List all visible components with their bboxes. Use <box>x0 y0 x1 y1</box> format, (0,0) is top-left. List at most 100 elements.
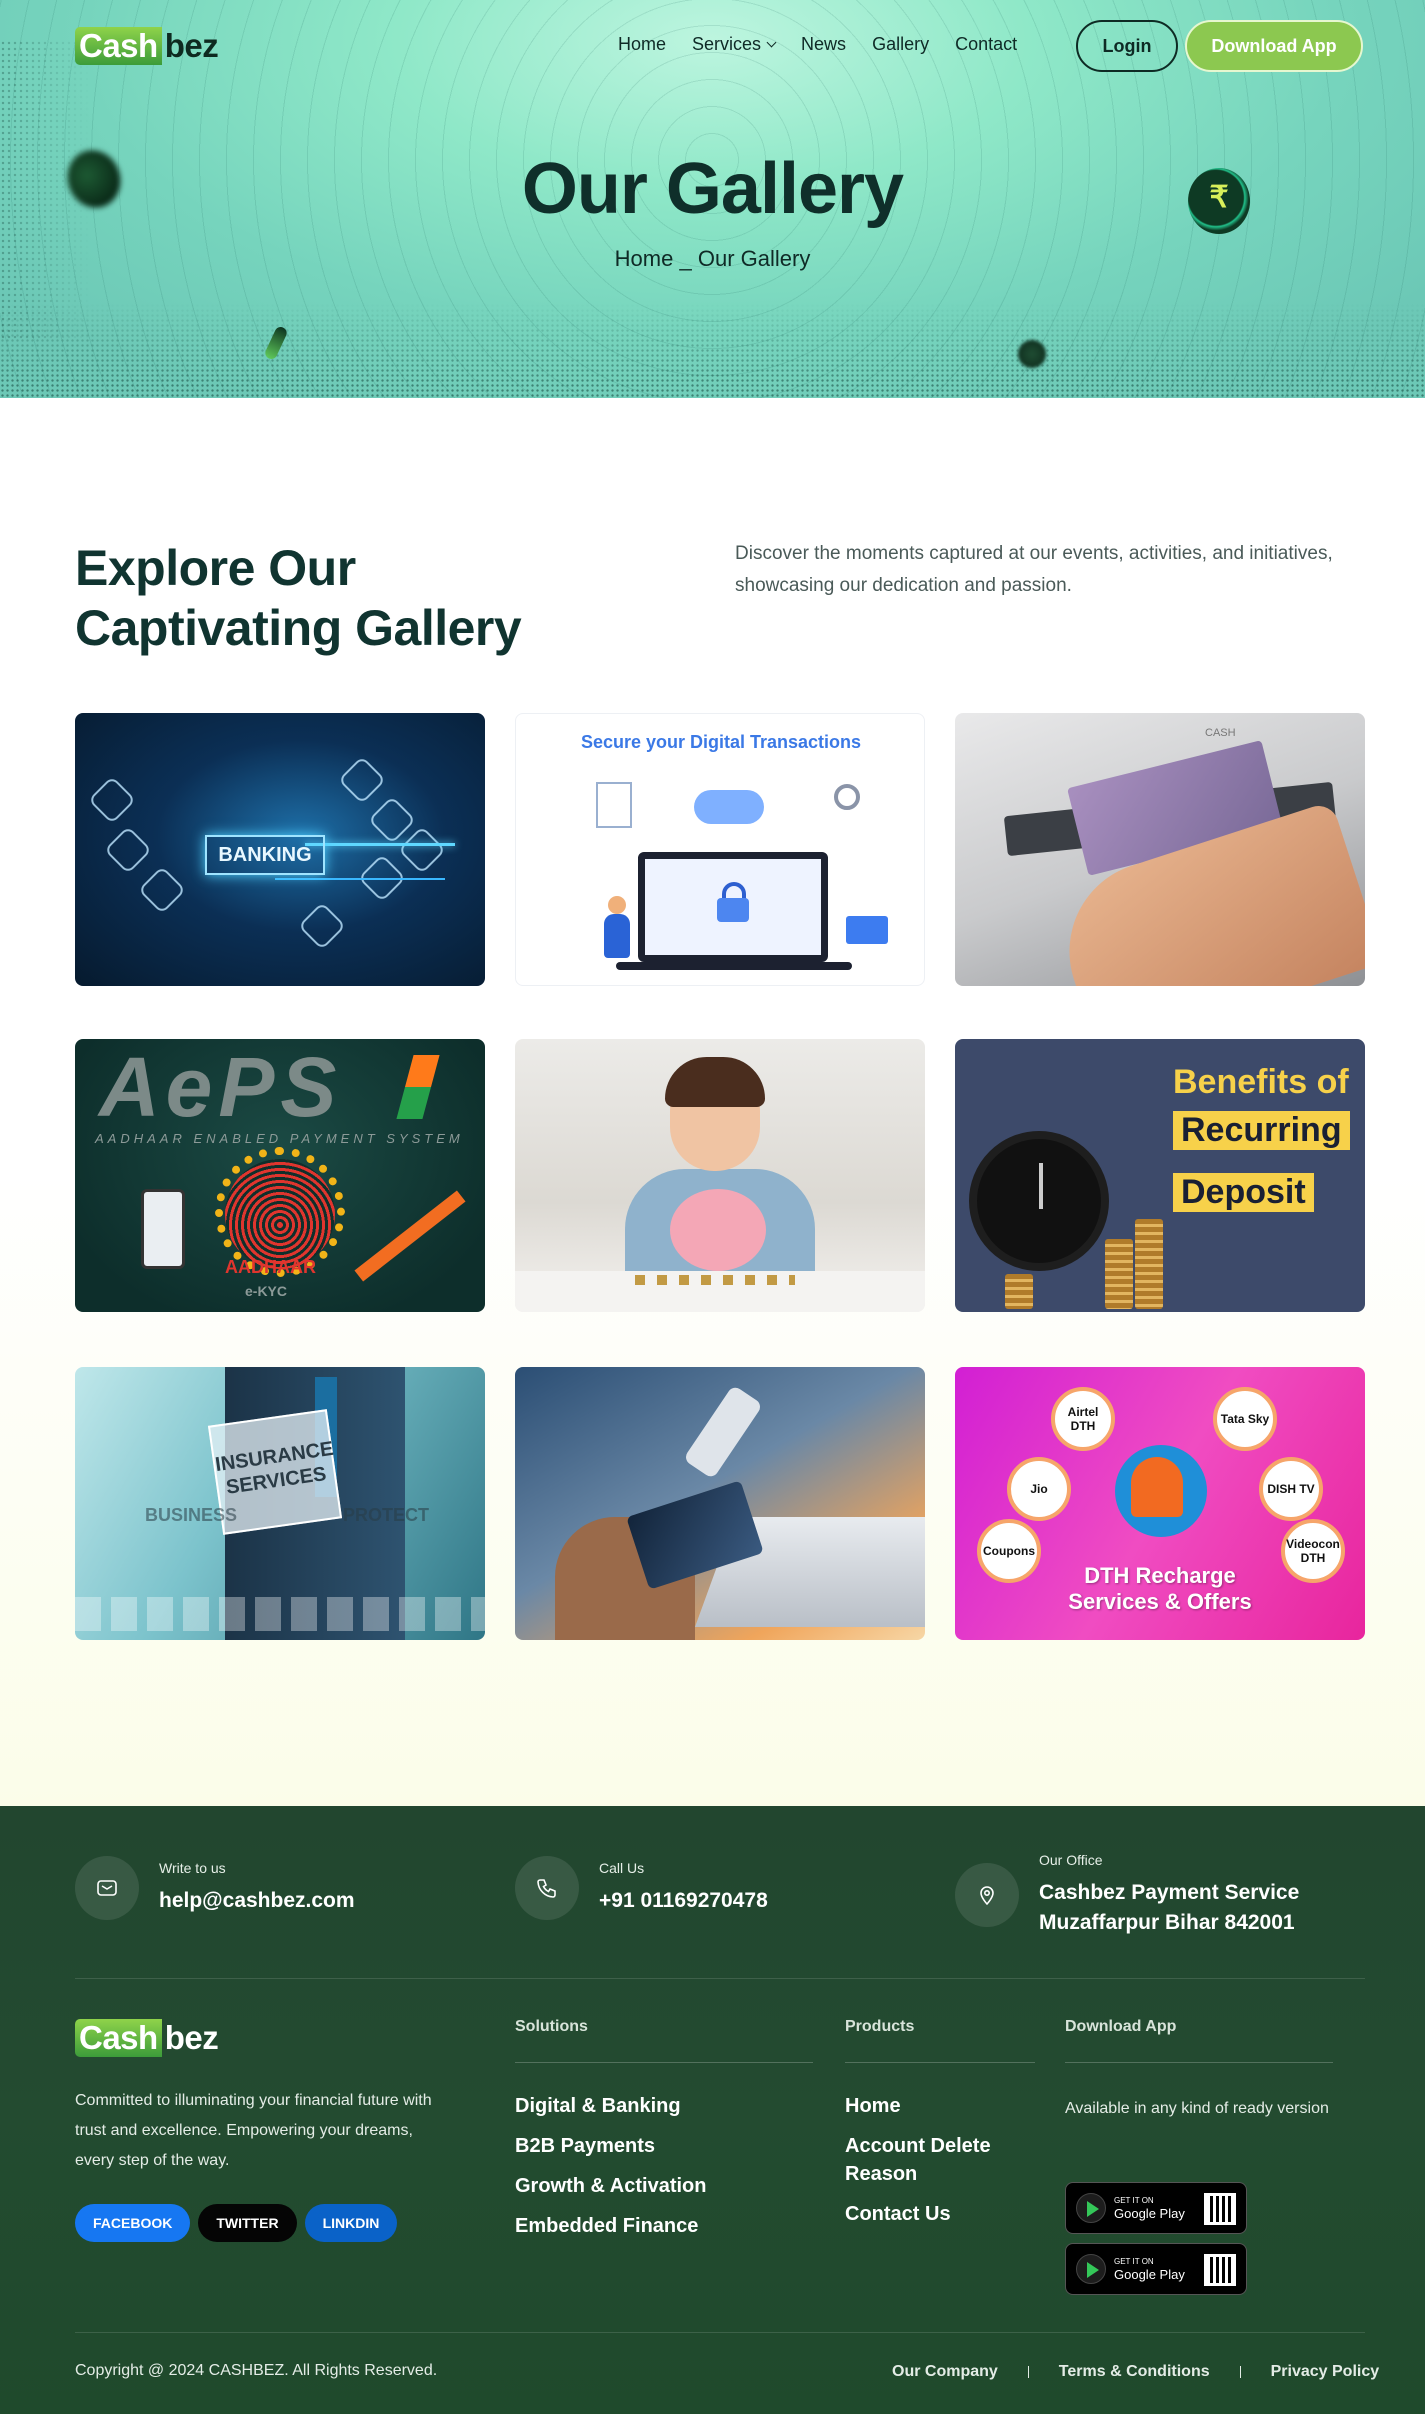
logo[interactable]: Cash bez <box>75 26 219 66</box>
link-home[interactable]: Home <box>845 2092 1025 2120</box>
gallery-image-banking[interactable]: BANKING <box>75 713 485 986</box>
link-terms[interactable]: Terms & Conditions <box>1059 2363 1210 2381</box>
gallery-image-child-piggy-bank[interactable] <box>515 1039 925 1312</box>
child-hair <box>665 1057 765 1107</box>
gallery-section: Explore Our Captivating Gallery Discover… <box>0 398 1425 1806</box>
laptop-base <box>616 962 852 970</box>
email-label: Write to us <box>159 1860 226 1876</box>
email-link[interactable]: help@cashbez.com <box>159 1886 355 1916</box>
products-divider <box>845 2062 1035 2063</box>
contact-phone: Call Us +91 01169270478 <box>515 1856 768 1920</box>
bubble-airtel: Airtel DTH <box>1051 1387 1115 1451</box>
chevron-down-icon <box>766 37 777 48</box>
gallery-image-insurance[interactable]: INSURANCE SERVICES BUSINESS PROTECT <box>75 1367 485 1640</box>
piggy-bank-icon <box>137 865 187 915</box>
breadcrumb-current: Our Gallery <box>697 246 811 271</box>
link-contact-us[interactable]: Contact Us <box>845 2200 1025 2228</box>
bubble-jio: Jio <box>1007 1457 1071 1521</box>
gallery-description: Discover the moments captured at our eve… <box>735 543 1333 596</box>
page-title: Our Gallery <box>521 149 904 229</box>
office-line1: Cashbez Payment Service <box>1039 1881 1300 1904</box>
gallery-image-recurring-deposit[interactable]: Benefits of Recurring Deposit <box>955 1039 1365 1312</box>
phone-label: Call Us <box>599 1860 645 1876</box>
user-icon <box>103 825 153 875</box>
link-growth-activation[interactable]: Growth & Activation <box>515 2172 706 2200</box>
rd-title-line2: Recurring <box>1173 1111 1350 1150</box>
glow-line <box>305 843 455 846</box>
nav-home[interactable]: Home <box>618 34 666 55</box>
breadcrumb: Home _ Our Gallery <box>0 246 1425 272</box>
gallery-image-dth-recharge[interactable]: Airtel DTH Tata Sky Jio DISH TV Coupons … <box>955 1367 1365 1640</box>
facebook-button[interactable]: FACEBOOK <box>75 2204 191 2242</box>
products-heading: Products <box>845 2018 915 2035</box>
linkedin-button[interactable]: LINKDIN <box>304 2204 398 2242</box>
nav-links: Home Services News Gallery Contact <box>618 34 1043 55</box>
nav-news[interactable]: News <box>801 34 846 55</box>
contact-office-text: Our Office Cashbez Payment Service Muzaf… <box>1039 1852 1299 1938</box>
gallery-image-secure-transactions[interactable]: Secure your Digital Transactions <box>515 713 925 986</box>
google-play-button-2[interactable]: GET IT ON Google Play <box>1065 2243 1247 2295</box>
link-digital-banking[interactable]: Digital & Banking <box>515 2092 706 2120</box>
nav-contact[interactable]: Contact <box>955 34 1017 55</box>
clock-icon <box>969 1131 1109 1271</box>
contact-office: Our Office Cashbez Payment Service Muzaf… <box>955 1852 1299 1938</box>
location-pin-icon <box>955 1863 1019 1927</box>
satellite-dish-icon <box>1115 1445 1207 1537</box>
bubble-tatasky: Tata Sky <box>1213 1387 1277 1451</box>
download-text: Available in any kind of ready version <box>1065 2100 1329 2117</box>
coin-decoration <box>1018 340 1046 368</box>
bubble-dishtv: DISH TV <box>1259 1457 1323 1521</box>
cloud-icon <box>87 775 137 825</box>
protect-tag: PROTECT <box>343 1505 430 1525</box>
dth-caption-line1: DTH Recharge <box>1084 1563 1236 1588</box>
link-embedded-finance[interactable]: Embedded Finance <box>515 2212 706 2240</box>
copyright: Copyright @ 2024 CASHBEZ. All Rights Res… <box>75 2362 438 2379</box>
qr-code-icon <box>1204 2193 1236 2225</box>
download-divider <box>1065 2062 1333 2063</box>
gallery-image-atm-cash[interactable]: CASH <box>955 713 1365 986</box>
logo-bez: bez <box>164 27 219 64</box>
footer-about: Committed to illuminating your financial… <box>75 2092 432 2169</box>
footer-logo[interactable]: Cash bez <box>75 2018 219 2058</box>
phone-link[interactable]: +91 01169270478 <box>599 1886 768 1916</box>
google-play-text: GET IT ON Google Play <box>1114 2196 1185 2221</box>
hero-banner: Cash bez Home Services News Gallery Cont… <box>0 0 1425 398</box>
phone-icon <box>397 825 447 875</box>
google-play-icon <box>1076 2254 1106 2284</box>
logo-cash: Cash <box>75 27 162 65</box>
location-icon <box>297 901 347 951</box>
separator <box>1027 2366 1029 2378</box>
link-account-delete-reason[interactable]: Account Delete Reason <box>845 2132 1025 2188</box>
gallery-image-online-payment[interactable] <box>515 1367 925 1640</box>
nav-services[interactable]: Services <box>692 34 777 55</box>
gallery-heading-line2: Captivating Gallery <box>75 600 522 656</box>
link-privacy[interactable]: Privacy Policy <box>1271 2363 1380 2381</box>
gplay-small: GET IT ON <box>1114 2195 1154 2205</box>
twitter-button[interactable]: TWITTER <box>198 2204 297 2242</box>
aadhaar-label: AADHAAR <box>225 1257 316 1277</box>
social-links: FACEBOOK TWITTER LINKDIN <box>75 2204 398 2242</box>
link-b2b-payments[interactable]: B2B Payments <box>515 2132 706 2160</box>
link-our-company[interactable]: Our Company <box>892 2363 998 2381</box>
growth-arrow-icon <box>354 1190 466 1282</box>
gplay-big: Google Play <box>1114 2205 1185 2221</box>
breadcrumb-home[interactable]: Home <box>615 246 674 271</box>
rd-title-line1: Benefits of <box>1173 1063 1349 1101</box>
login-button[interactable]: Login <box>1076 20 1178 72</box>
cloud-icon <box>694 790 764 824</box>
logo-cash: Cash <box>75 2019 162 2057</box>
gallery-image-aeps[interactable]: AePS AADHAAR ENABLED PAYMENT SYSTEM AADH… <box>75 1039 485 1312</box>
footer-bottom-divider <box>75 2332 1365 2333</box>
google-play-icon <box>1076 2193 1106 2223</box>
glow-line <box>275 878 445 880</box>
qr-code-icon <box>1204 2254 1236 2286</box>
download-heading: Download App <box>1065 2018 1177 2035</box>
dth-caption: DTH Recharge Services & Offers <box>955 1563 1365 1615</box>
nav-services-label: Services <box>692 34 762 54</box>
products-list: Home Account Delete Reason Contact Us <box>845 2092 1025 2240</box>
gplay-big: Google Play <box>1114 2266 1185 2282</box>
google-play-button[interactable]: GET IT ON Google Play <box>1065 2182 1247 2234</box>
nav-gallery[interactable]: Gallery <box>872 34 929 55</box>
download-app-button[interactable]: Download App <box>1185 20 1363 72</box>
atm-cash-label: CASH <box>1205 727 1236 739</box>
